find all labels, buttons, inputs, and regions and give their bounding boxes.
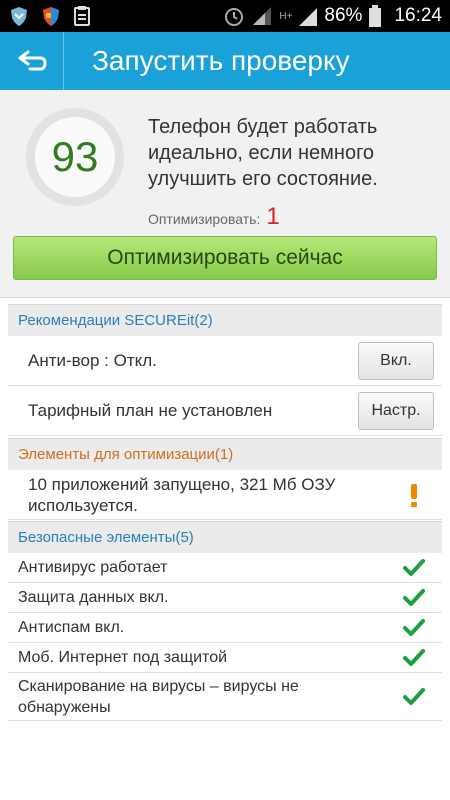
score-gauge: 93 xyxy=(26,108,124,206)
optimize-count-value: 1 xyxy=(266,203,280,230)
shield-color-icon xyxy=(43,7,59,26)
list-item-label: Анти-вор : Откл. xyxy=(28,351,157,370)
safe-items-header: Безопасные элементы(5) xyxy=(8,521,442,553)
list-item-label: Антиспам вкл. xyxy=(18,619,125,636)
back-button[interactable] xyxy=(0,32,64,90)
list-item-data-protection: Защита данных вкл. xyxy=(8,583,442,613)
list-item-running-apps[interactable]: 10 приложений запущено, 321 Мб ОЗУ испол… xyxy=(8,470,442,520)
list-item-label: Сканирование на вирусы – вирусы не обнар… xyxy=(18,677,299,716)
status-bar: H+ 86% 16:24 xyxy=(0,0,450,32)
optimize-count-label: Оптимизировать: xyxy=(148,211,261,227)
list-item-label: Защита данных вкл. xyxy=(18,589,169,606)
list-item-label: Моб. Интернет под защитой xyxy=(18,649,228,666)
list-item-tariff-plan: Тарифный план не установлен Настр. xyxy=(8,386,442,436)
optimize-now-button[interactable]: Оптимизировать сейчас xyxy=(13,236,437,280)
battery-percent: 86% xyxy=(324,5,363,26)
enable-anti-theft-button[interactable]: Вкл. xyxy=(358,341,434,380)
list-item-virus-scan: Сканирование на вирусы – вирусы не обнар… xyxy=(8,673,442,721)
alarm-icon xyxy=(225,8,244,26)
summary-panel: 93 Телефон будет работать идеально, если… xyxy=(0,90,450,298)
shield-status-icon xyxy=(11,7,27,26)
list-item-anti-theft: Анти-вор : Откл. Вкл. xyxy=(8,336,442,386)
list-item-label: Антивирус работает xyxy=(18,559,168,576)
score-value: 93 xyxy=(51,133,99,180)
check-icon xyxy=(394,648,434,668)
check-icon xyxy=(394,687,434,707)
list-item-antivirus: Антивирус работает xyxy=(8,553,442,583)
signal-strength-icon xyxy=(299,8,318,26)
warning-icon xyxy=(394,482,434,508)
page-title: Запустить проверку xyxy=(92,45,350,76)
check-icon xyxy=(394,588,434,608)
app-header: Запустить проверку xyxy=(0,32,450,90)
battery-icon xyxy=(369,5,382,27)
optimization-header: Элементы для оптимизации(1) xyxy=(8,438,442,470)
recommendations-header: Рекомендации SECUREit(2) xyxy=(8,304,442,336)
list-item-label: 10 приложений запущено, 321 Мб ОЗУ испол… xyxy=(28,474,336,515)
check-icon xyxy=(394,618,434,638)
back-arrow-icon xyxy=(18,50,46,71)
network-type: H+ xyxy=(279,10,293,22)
signal-icon xyxy=(253,7,272,25)
clipboard-icon xyxy=(74,6,90,26)
list-item-mobile-internet: Моб. Интернет под защитой xyxy=(8,643,442,673)
check-icon xyxy=(394,558,434,578)
optimize-count-row: Оптимизировать: 1 xyxy=(148,203,280,231)
clock: 16:24 xyxy=(394,5,442,26)
configure-tariff-button[interactable]: Настр. xyxy=(358,391,434,430)
list-item-label: Тарифный план не установлен xyxy=(28,401,273,420)
list-item-antispam: Антиспам вкл. xyxy=(8,613,442,643)
summary-message: Телефон будет работать идеально, если не… xyxy=(148,116,378,190)
